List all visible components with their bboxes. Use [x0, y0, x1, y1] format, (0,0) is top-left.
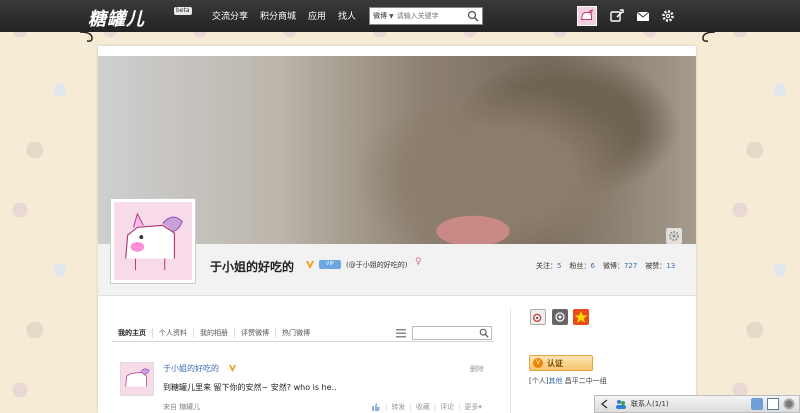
- certify-v-icon: V: [533, 358, 543, 368]
- profile-username: 于小姐的好吃的: [210, 260, 295, 274]
- contacts-label: 联系人(1/1): [631, 400, 669, 408]
- column-divider: [510, 308, 511, 413]
- profile-page: 于小姐的好吃的 VIP (@于小姐的好吃的) ♀ 关注：5 粉丝：6 微博：72…: [98, 46, 696, 413]
- post-source: 来自 糖罐儿: [163, 403, 201, 411]
- stat-likes[interactable]: 被赞：13: [645, 261, 675, 271]
- search-input[interactable]: [396, 9, 459, 23]
- certify-label: 认证: [547, 358, 563, 368]
- certify-button[interactable]: V 认证: [529, 355, 593, 371]
- gear-icon[interactable]: [661, 9, 675, 23]
- search-icon[interactable]: [479, 328, 489, 338]
- profile-tabs: 我的主页 个人资料 我的相册 评赞微博 热门微博: [112, 324, 494, 342]
- post-actions: | 转发 | 收藏 | 评论 | 更多▾: [371, 402, 482, 412]
- post-author-avatar[interactable]: [120, 362, 154, 396]
- repost-link[interactable]: 转发: [391, 402, 405, 412]
- post-delete-link[interactable]: 删除: [470, 364, 484, 374]
- tab-my-home[interactable]: 我的主页: [112, 327, 153, 338]
- gear-icon: [669, 231, 679, 241]
- app-star-icon[interactable]: [573, 309, 589, 325]
- app-sina-icon[interactable]: [530, 309, 546, 325]
- cover-settings-button[interactable]: [666, 228, 682, 244]
- search-type-select[interactable]: 微博: [370, 11, 389, 21]
- nav-item-apps[interactable]: 应用: [308, 9, 326, 22]
- profile-handle: (@于小姐的好吃的): [346, 261, 408, 269]
- certification-info: [个人]其他 昌平二中一组: [529, 377, 607, 385]
- search-icon[interactable]: [467, 10, 479, 22]
- site-logo[interactable]: 糖罐儿: [88, 5, 145, 30]
- stat-posts[interactable]: 微博：727: [603, 261, 637, 271]
- mail-icon[interactable]: [767, 398, 779, 410]
- comment-link[interactable]: 评论: [440, 402, 454, 412]
- gear-icon[interactable]: [783, 398, 795, 410]
- user-avatar[interactable]: [577, 6, 597, 26]
- curl-decoration: [702, 31, 716, 42]
- contacts-icon: [616, 400, 626, 409]
- favorite-link[interactable]: 收藏: [416, 402, 430, 412]
- verified-icon: [228, 364, 237, 373]
- curl-decoration: [79, 31, 93, 42]
- profile-stats: 关注：5 粉丝：6 微博：727 被赞：13: [536, 261, 675, 271]
- app-bar-icon[interactable]: [751, 398, 763, 410]
- female-icon: ♀: [415, 257, 422, 267]
- search-box: 微博 ▼: [369, 7, 483, 25]
- contact-bar[interactable]: 联系人(1/1): [594, 395, 800, 413]
- verified-icon: [306, 261, 314, 269]
- stat-following[interactable]: 关注：5: [536, 261, 561, 271]
- beta-badge: beta: [174, 7, 192, 15]
- post-author-name[interactable]: 于小姐的好吃的: [163, 363, 219, 374]
- tab-hot-posts[interactable]: 热门微博: [276, 328, 316, 338]
- chevron-down-icon[interactable]: ▼: [389, 13, 394, 20]
- profile-avatar[interactable]: [110, 198, 196, 284]
- list-view-icon[interactable]: [396, 328, 406, 338]
- stat-followers[interactable]: 粉丝：6: [569, 261, 594, 271]
- post-content: 到糖罐儿里来 留下你的安然~ 安然? who is he..: [163, 383, 337, 392]
- top-navigation-bar: 糖罐儿 beta 交流分享 积分商城 应用 找人 微博 ▼: [0, 0, 800, 32]
- chevron-left-icon[interactable]: [599, 398, 611, 410]
- post-search-input[interactable]: [413, 327, 475, 339]
- nav-item-find-people[interactable]: 找人: [338, 9, 356, 22]
- cert-category-link[interactable]: 其他: [548, 377, 562, 385]
- post-search-box: [412, 326, 492, 340]
- vip-badge[interactable]: VIP: [319, 260, 341, 269]
- tab-my-album[interactable]: 我的相册: [194, 327, 235, 338]
- nav-item-share[interactable]: 交流分享: [212, 9, 248, 22]
- tab-profile-info[interactable]: 个人资料: [153, 327, 194, 338]
- tab-rated-posts[interactable]: 评赞微博: [235, 327, 276, 338]
- mail-icon[interactable]: [636, 9, 650, 23]
- nav-item-points-mall[interactable]: 积分商城: [260, 9, 296, 22]
- avatar-drawing: [125, 212, 183, 271]
- app-camera-icon[interactable]: [552, 309, 568, 325]
- thumbs-up-icon[interactable]: [371, 402, 381, 412]
- compose-icon[interactable]: [610, 9, 624, 23]
- more-link[interactable]: 更多▾: [464, 402, 482, 412]
- main-nav: 交流分享 积分商城 应用 找人: [212, 9, 356, 22]
